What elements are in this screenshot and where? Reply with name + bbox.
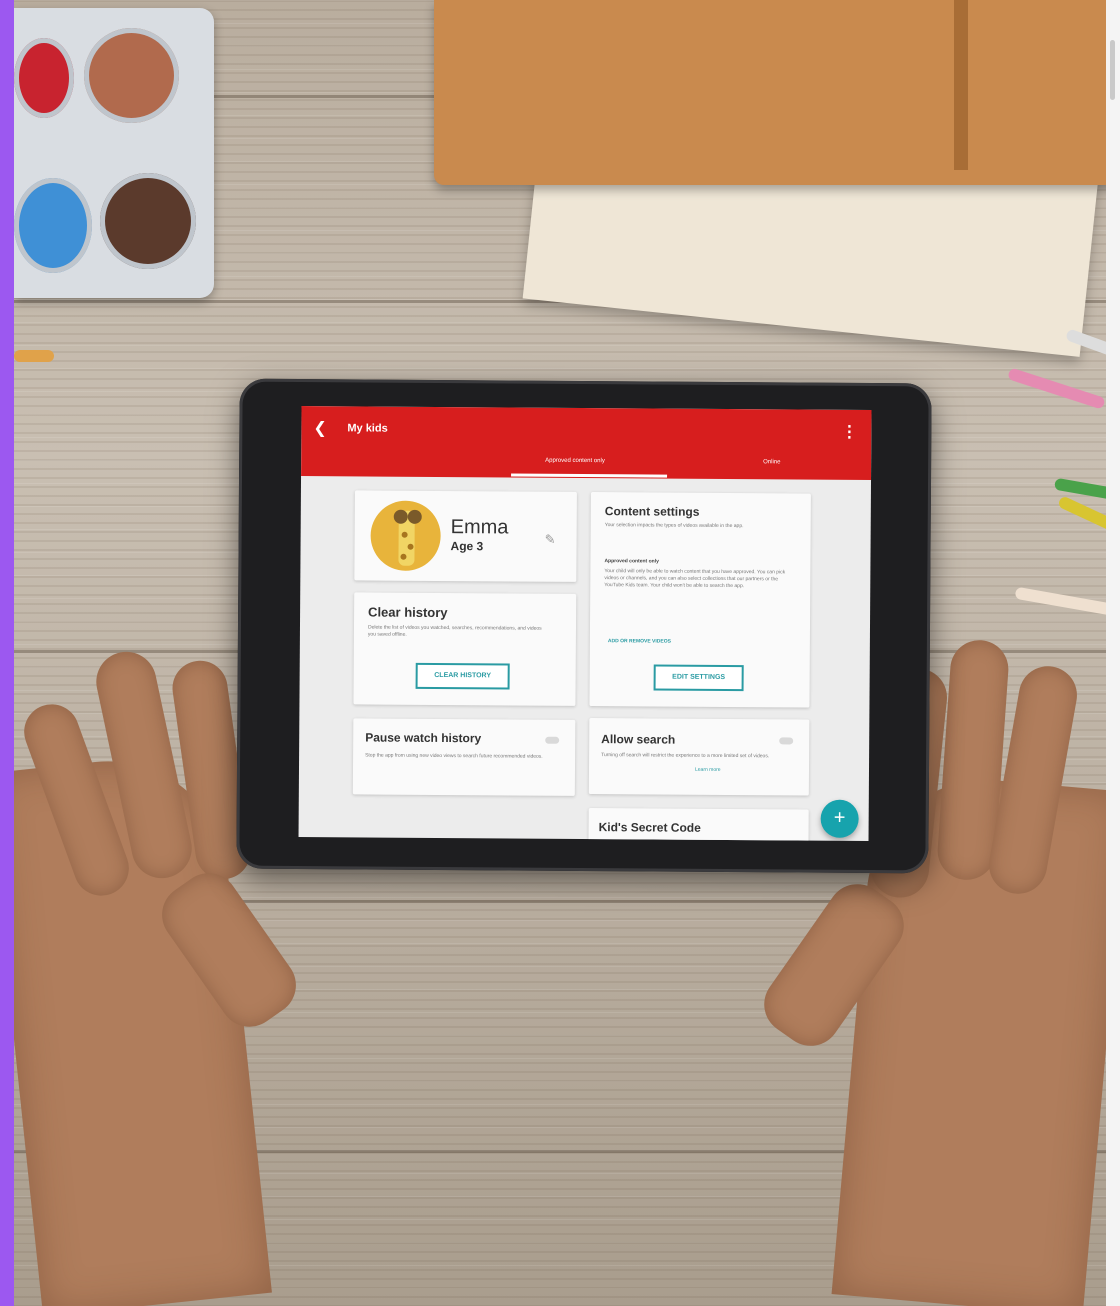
- child-age: Age 3: [450, 539, 484, 554]
- paint-well-red: [14, 38, 74, 118]
- content-settings-card: Content settings Your selection impacts …: [589, 492, 811, 708]
- leather-book: [434, 0, 1106, 185]
- more-vert-icon[interactable]: ⋮: [841, 422, 857, 442]
- scrollbar[interactable]: [1106, 0, 1120, 1306]
- paint-well-blue: [14, 178, 92, 273]
- add-button[interactable]: +: [820, 799, 859, 838]
- book-strap: [954, 0, 968, 170]
- arrow-back-icon[interactable]: ❮: [313, 418, 327, 438]
- paint-well-dark: [100, 173, 196, 269]
- tablet-screen: ❮ My kids ⋮ Approved content only Online: [298, 406, 872, 841]
- tab-approved-content[interactable]: Approved content only: [545, 458, 605, 464]
- tablet-device: ❮ My kids ⋮ Approved content only Online: [236, 378, 932, 874]
- secret-code-title: Kid's Secret Code: [598, 820, 701, 835]
- pencil-icon[interactable]: ✎: [545, 532, 556, 548]
- avatar[interactable]: [370, 500, 441, 571]
- pencil-pink: [1007, 367, 1106, 410]
- allow-search-description: Turning off search will restrict the exp…: [601, 752, 770, 760]
- scrollbar-thumb[interactable]: [1110, 40, 1115, 100]
- pencil-orange: [14, 350, 54, 362]
- pause-watch-history-title: Pause watch history: [365, 730, 482, 746]
- clear-history-button[interactable]: CLEAR HISTORY: [415, 662, 510, 690]
- tab-indicator: [511, 473, 668, 478]
- allow-search-title: Allow search: [601, 732, 676, 747]
- paint-well-brown: [84, 28, 179, 123]
- app-bar: ❮ My kids ⋮ Approved content only Online: [301, 406, 872, 481]
- photo-scene: ❮ My kids ⋮ Approved content only Online: [14, 0, 1106, 1306]
- pencil-yellow: [1057, 495, 1106, 532]
- edit-settings-button[interactable]: EDIT SETTINGS: [653, 664, 744, 692]
- secret-code-card: Kid's Secret Code: [588, 808, 809, 841]
- content-settings-title: Content settings: [604, 504, 700, 519]
- allow-search-card: Allow search Turning off search will res…: [588, 718, 810, 796]
- giraffe-icon: [393, 509, 422, 566]
- paint-palette: [14, 8, 214, 298]
- clear-history-description: Delete the list of videos you watched, s…: [367, 624, 542, 638]
- child-name: Emma: [450, 516, 509, 539]
- profile-card: Emma Age 3 ✎: [354, 490, 577, 582]
- app-bar-title: My kids: [347, 422, 388, 435]
- tab-online[interactable]: Online: [763, 459, 780, 465]
- side-accent-bar: [0, 0, 14, 1306]
- learn-more-link[interactable]: Learn more: [692, 766, 721, 774]
- pause-watch-history-description: Stop the app from using new video views …: [365, 752, 543, 760]
- content-settings-subdescription: Your child will only be able to watch co…: [604, 568, 786, 590]
- clear-history-card: Clear history Delete the list of videos …: [353, 592, 577, 706]
- pause-watch-history-card: Pause watch history Stop the app from us…: [352, 718, 576, 796]
- allow-search-toggle[interactable]: [779, 737, 794, 745]
- add-remove-videos-link[interactable]: ADD OR REMOVE VIDEOS: [608, 638, 671, 645]
- clear-history-title: Clear history: [368, 604, 448, 621]
- pencil-cream: [1014, 586, 1106, 616]
- content-settings-description: Your selection impacts the types of vide…: [604, 522, 744, 530]
- content-settings-subheading: Approved content only: [604, 558, 659, 565]
- pause-watch-history-toggle[interactable]: [545, 736, 560, 744]
